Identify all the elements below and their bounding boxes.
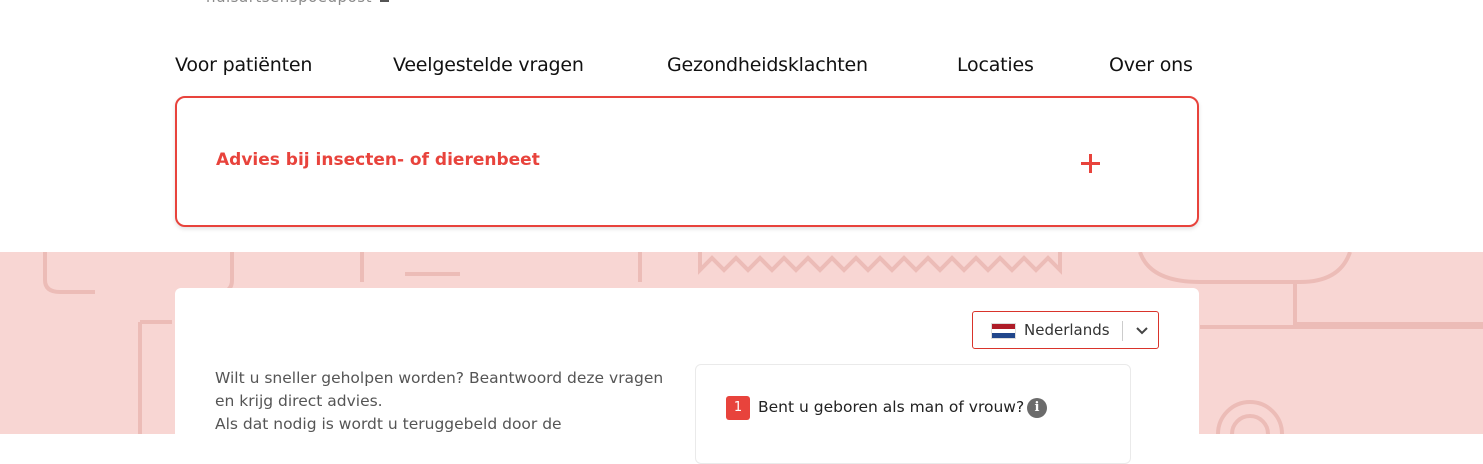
question-box: 1 Bent u geboren als man of vrouw? i	[695, 364, 1131, 464]
advice-card: Nederlands Wilt u sneller geholpen worde…	[175, 288, 1199, 464]
accordion-title: Advies bij insecten- of dierenbeet	[216, 150, 540, 170]
intro-line-2: Als dat nodig is wordt u teruggebeld doo…	[215, 415, 562, 433]
language-select[interactable]: Nederlands	[972, 311, 1159, 349]
select-divider	[1122, 321, 1123, 341]
logo-text: huisartsenspoedpost	[206, 0, 372, 6]
nav-item-gezondheidsklachten[interactable]: Gezondheidsklachten	[667, 54, 868, 76]
advice-accordion[interactable]: Advies bij insecten- of dierenbeet	[175, 96, 1199, 227]
plus-icon[interactable]	[1081, 154, 1100, 173]
nav-item-locaties[interactable]: Locaties	[957, 54, 1034, 76]
nav-item-patienten[interactable]: Voor patiënten	[175, 54, 312, 76]
nl-flag-icon	[991, 323, 1016, 339]
info-icon[interactable]: i	[1027, 398, 1047, 418]
site-logo[interactable]: huisartsenspoedpost	[206, 0, 389, 6]
nav-item-faq[interactable]: Veelgestelde vragen	[393, 54, 584, 76]
main-nav: Voor patiënten Veelgestelde vragen Gezon…	[175, 54, 1199, 80]
chevron-down-icon[interactable]	[1135, 323, 1149, 337]
intro-text: Wilt u sneller geholpen worden? Beantwoo…	[215, 367, 685, 436]
question-number-badge: 1	[726, 396, 750, 420]
language-label: Nederlands	[1024, 321, 1110, 339]
question-text: Bent u geboren als man of vrouw?	[758, 398, 1025, 416]
nav-item-over-ons[interactable]: Over ons	[1109, 54, 1193, 76]
intro-line-1: Wilt u sneller geholpen worden? Beantwoo…	[215, 369, 664, 410]
logo-mark-icon	[379, 0, 389, 2]
